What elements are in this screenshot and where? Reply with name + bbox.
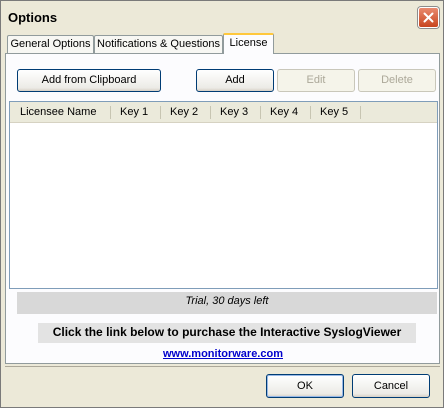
edit-button[interactable]: Edit [277, 69, 355, 92]
column-separator[interactable] [160, 106, 161, 119]
add-from-clipboard-button[interactable]: Add from Clipboard [17, 69, 161, 92]
tab-license[interactable]: License [223, 33, 274, 54]
footer-divider [5, 366, 440, 367]
delete-button[interactable]: Delete [358, 69, 436, 92]
cancel-button[interactable]: Cancel [352, 374, 430, 398]
tab-general-options[interactable]: General Options [7, 35, 94, 54]
column-separator[interactable] [360, 106, 361, 119]
column-header-licensee-name[interactable]: Licensee Name [14, 102, 110, 122]
close-icon [423, 12, 434, 23]
column-separator[interactable] [260, 106, 261, 119]
window-title: Options [8, 10, 58, 25]
column-header-key-4[interactable]: Key 4 [264, 102, 310, 122]
trial-status-label: Trial, 30 days left [17, 292, 437, 314]
column-header-key-2[interactable]: Key 2 [164, 102, 210, 122]
ok-button[interactable]: OK [266, 374, 344, 398]
close-button[interactable] [418, 7, 439, 28]
column-header-key-1[interactable]: Key 1 [114, 102, 160, 122]
column-header-key-3[interactable]: Key 3 [214, 102, 260, 122]
column-header-key-5[interactable]: Key 5 [314, 102, 360, 122]
license-list[interactable]: Licensee Name Key 1 Key 2 Key 3 Key 4 Ke… [9, 101, 438, 289]
add-button[interactable]: Add [196, 69, 274, 92]
list-body[interactable] [10, 123, 437, 288]
column-separator[interactable] [310, 106, 311, 119]
column-separator[interactable] [210, 106, 211, 119]
column-separator[interactable] [110, 106, 111, 119]
website-link[interactable]: www.monitorware.com [1, 348, 444, 360]
options-dialog: Options General Options Notifications & … [0, 0, 444, 408]
title-bar[interactable]: Options [1, 1, 443, 31]
tab-notifications-questions[interactable]: Notifications & Questions [94, 35, 223, 54]
list-header: Licensee Name Key 1 Key 2 Key 3 Key 4 Ke… [10, 102, 437, 123]
purchase-prompt: Click the link below to purchase the Int… [38, 323, 416, 343]
